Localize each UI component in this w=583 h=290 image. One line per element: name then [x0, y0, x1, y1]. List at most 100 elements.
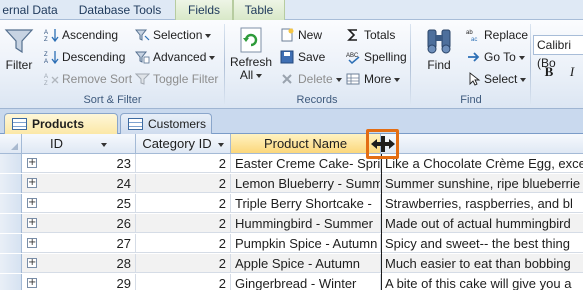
ribbon-tab-bar: ernal Data Database Tools Fields Table [0, 0, 583, 20]
chevron-down-icon[interactable] [101, 142, 107, 147]
column-resize-guide [381, 154, 382, 290]
cell-category-id[interactable]: 2 [136, 234, 231, 253]
cell-description[interactable]: Made out of actual hummingbird [381, 214, 583, 233]
cell-description[interactable]: Spicy and sweet-- the best thing [381, 234, 583, 253]
delete-button[interactable]: Delete [278, 69, 342, 89]
record-selector[interactable] [0, 254, 22, 273]
find-button[interactable]: Find [422, 26, 456, 72]
more-button[interactable]: More [344, 69, 401, 89]
cell-id[interactable]: 23 [22, 154, 136, 173]
cell-id[interactable]: 28 [22, 254, 136, 273]
pointer-icon [469, 72, 481, 86]
cell-description[interactable]: Much easier to eat than bobbing [381, 254, 583, 273]
replace-label: Replace [484, 28, 529, 42]
table-row[interactable]: +23 2 Easter Creme Cake- Spri Like a Chocol… [0, 154, 583, 173]
sort-ascending-label: Ascending [62, 28, 119, 42]
italic-button[interactable]: I [563, 63, 581, 81]
table-row[interactable]: +27 2 Pumpkin Spice - Autumn Spicy and swee… [0, 234, 583, 253]
remove-sort-button[interactable]: A Z Remove Sort [42, 69, 132, 89]
records-group: Refresh All New Save Delete Totals ABC S… [226, 20, 408, 108]
column-header-description[interactable] [381, 134, 583, 154]
column-header-product-name[interactable]: Product Name [231, 134, 381, 154]
spelling-button[interactable]: ABC Spelling [344, 47, 407, 67]
table-row[interactable]: +29 2 Gingerbread - Winter A bite of this c… [0, 274, 583, 290]
group-divider [224, 24, 225, 104]
goto-arrow-icon [468, 52, 480, 62]
tab-customers[interactable]: Customers [120, 113, 212, 134]
cell-description[interactable]: Strawberries, raspberries, and bl [381, 194, 583, 213]
goto-button[interactable]: Go To [464, 47, 525, 67]
table-row[interactable]: +24 2 Lemon Blueberry - Summ Summer sunshin… [0, 174, 583, 193]
totals-button[interactable]: Totals [344, 25, 395, 45]
advanced-filter-icon [135, 51, 150, 64]
table-row[interactable]: +26 2 Hummingbird - Summer Made out of actu… [0, 214, 583, 233]
cell-id[interactable]: 25 [22, 194, 136, 213]
bold-button[interactable]: B [540, 63, 558, 81]
cell-product-name[interactable]: Easter Creme Cake- Spri [231, 154, 381, 173]
cell-id[interactable]: 27 [22, 234, 136, 253]
cell-product-name[interactable]: Lemon Blueberry - Summ [231, 174, 381, 193]
font-name-combo[interactable]: Calibri (Bo [533, 35, 583, 70]
cell-id[interactable]: 26 [22, 214, 136, 233]
records-group-label: Records [296, 94, 338, 106]
cell-description[interactable]: A bite of this cake will give you a [381, 274, 583, 290]
replace-button[interactable]: ab ac Replace [464, 25, 528, 45]
record-selector[interactable] [0, 154, 22, 173]
chevron-down-icon [205, 33, 212, 38]
sort-descending-button[interactable]: Z A Descending [42, 47, 125, 67]
cell-category-id[interactable]: 2 [136, 194, 231, 213]
tab-fields[interactable]: Fields [175, 0, 233, 20]
select-all-corner[interactable] [0, 134, 22, 154]
select-button[interactable]: Select [464, 69, 527, 89]
goto-label: Go To [484, 50, 516, 64]
cell-product-name[interactable]: Hummingbird - Summer [231, 214, 381, 233]
column-header-id[interactable]: ID [22, 134, 136, 154]
spelling-label: Spelling [364, 50, 407, 64]
cell-category-id[interactable]: 2 [136, 214, 231, 233]
cell-category-id[interactable]: 2 [136, 154, 231, 173]
sort-ascending-button[interactable]: A Z Ascending [42, 25, 118, 45]
new-record-button[interactable]: New [278, 25, 322, 45]
save-button[interactable]: Save [278, 47, 325, 67]
toggle-filter-icon [135, 73, 150, 85]
advanced-button[interactable]: Advanced [133, 47, 216, 67]
table-row[interactable]: +25 2 Triple Berry Shortcake - Strawberries… [0, 194, 583, 213]
toggle-filter-button[interactable]: Toggle Filter [133, 69, 218, 89]
find-label: Find [427, 58, 451, 72]
cell-category-id[interactable]: 2 [136, 254, 231, 273]
column-header-id-label: ID [50, 136, 63, 151]
cell-category-id[interactable]: 2 [136, 174, 231, 193]
filter-button[interactable]: Filter [2, 26, 36, 72]
datasheet: ID Category ID Product Name +23 2 Easter C… [0, 134, 583, 290]
cell-category-id[interactable]: 2 [136, 274, 231, 290]
tab-external-data[interactable]: ernal Data [0, 0, 60, 20]
tab-products-table[interactable]: Products Table [4, 113, 118, 151]
record-selector[interactable] [0, 274, 22, 290]
cell-product-name[interactable]: Pumpkin Spice - Autumn [231, 234, 381, 253]
record-selector[interactable] [0, 194, 22, 213]
advanced-label: Advanced [153, 50, 207, 64]
tab-database-tools[interactable]: Database Tools [68, 0, 172, 20]
cell-product-name[interactable]: Triple Berry Shortcake - [231, 194, 381, 213]
refresh-all-button[interactable]: Refresh All [230, 26, 272, 82]
cell-description[interactable]: Summer sunshine, ripe blueberrie [381, 174, 583, 193]
chevron-down-icon [209, 55, 216, 60]
column-header-category-id[interactable]: Category ID [136, 134, 231, 154]
record-selector[interactable] [0, 174, 22, 193]
cell-id[interactable]: 29 [22, 274, 136, 290]
chevron-down-icon[interactable] [217, 142, 224, 147]
record-selector[interactable] [0, 234, 22, 253]
cell-product-name[interactable]: Gingerbread - Winter [231, 274, 381, 290]
refresh-icon [240, 27, 262, 53]
binoculars-icon [427, 29, 451, 54]
cell-product-name[interactable]: Apple Spice - Autumn [231, 254, 381, 273]
totals-label: Totals [364, 28, 396, 42]
cell-description[interactable]: Like a Chocolate Crème Egg, exce [381, 154, 583, 173]
selection-filter-icon [135, 29, 150, 41]
table-row[interactable]: +28 2 Apple Spice - Autumn Much easier to e… [0, 254, 583, 273]
cell-id[interactable]: 24 [22, 174, 136, 193]
column-resize-cursor-icon[interactable] [369, 135, 397, 153]
tab-table[interactable]: Table [233, 0, 285, 20]
record-selector[interactable] [0, 214, 22, 233]
selection-button[interactable]: Selection [133, 25, 212, 45]
